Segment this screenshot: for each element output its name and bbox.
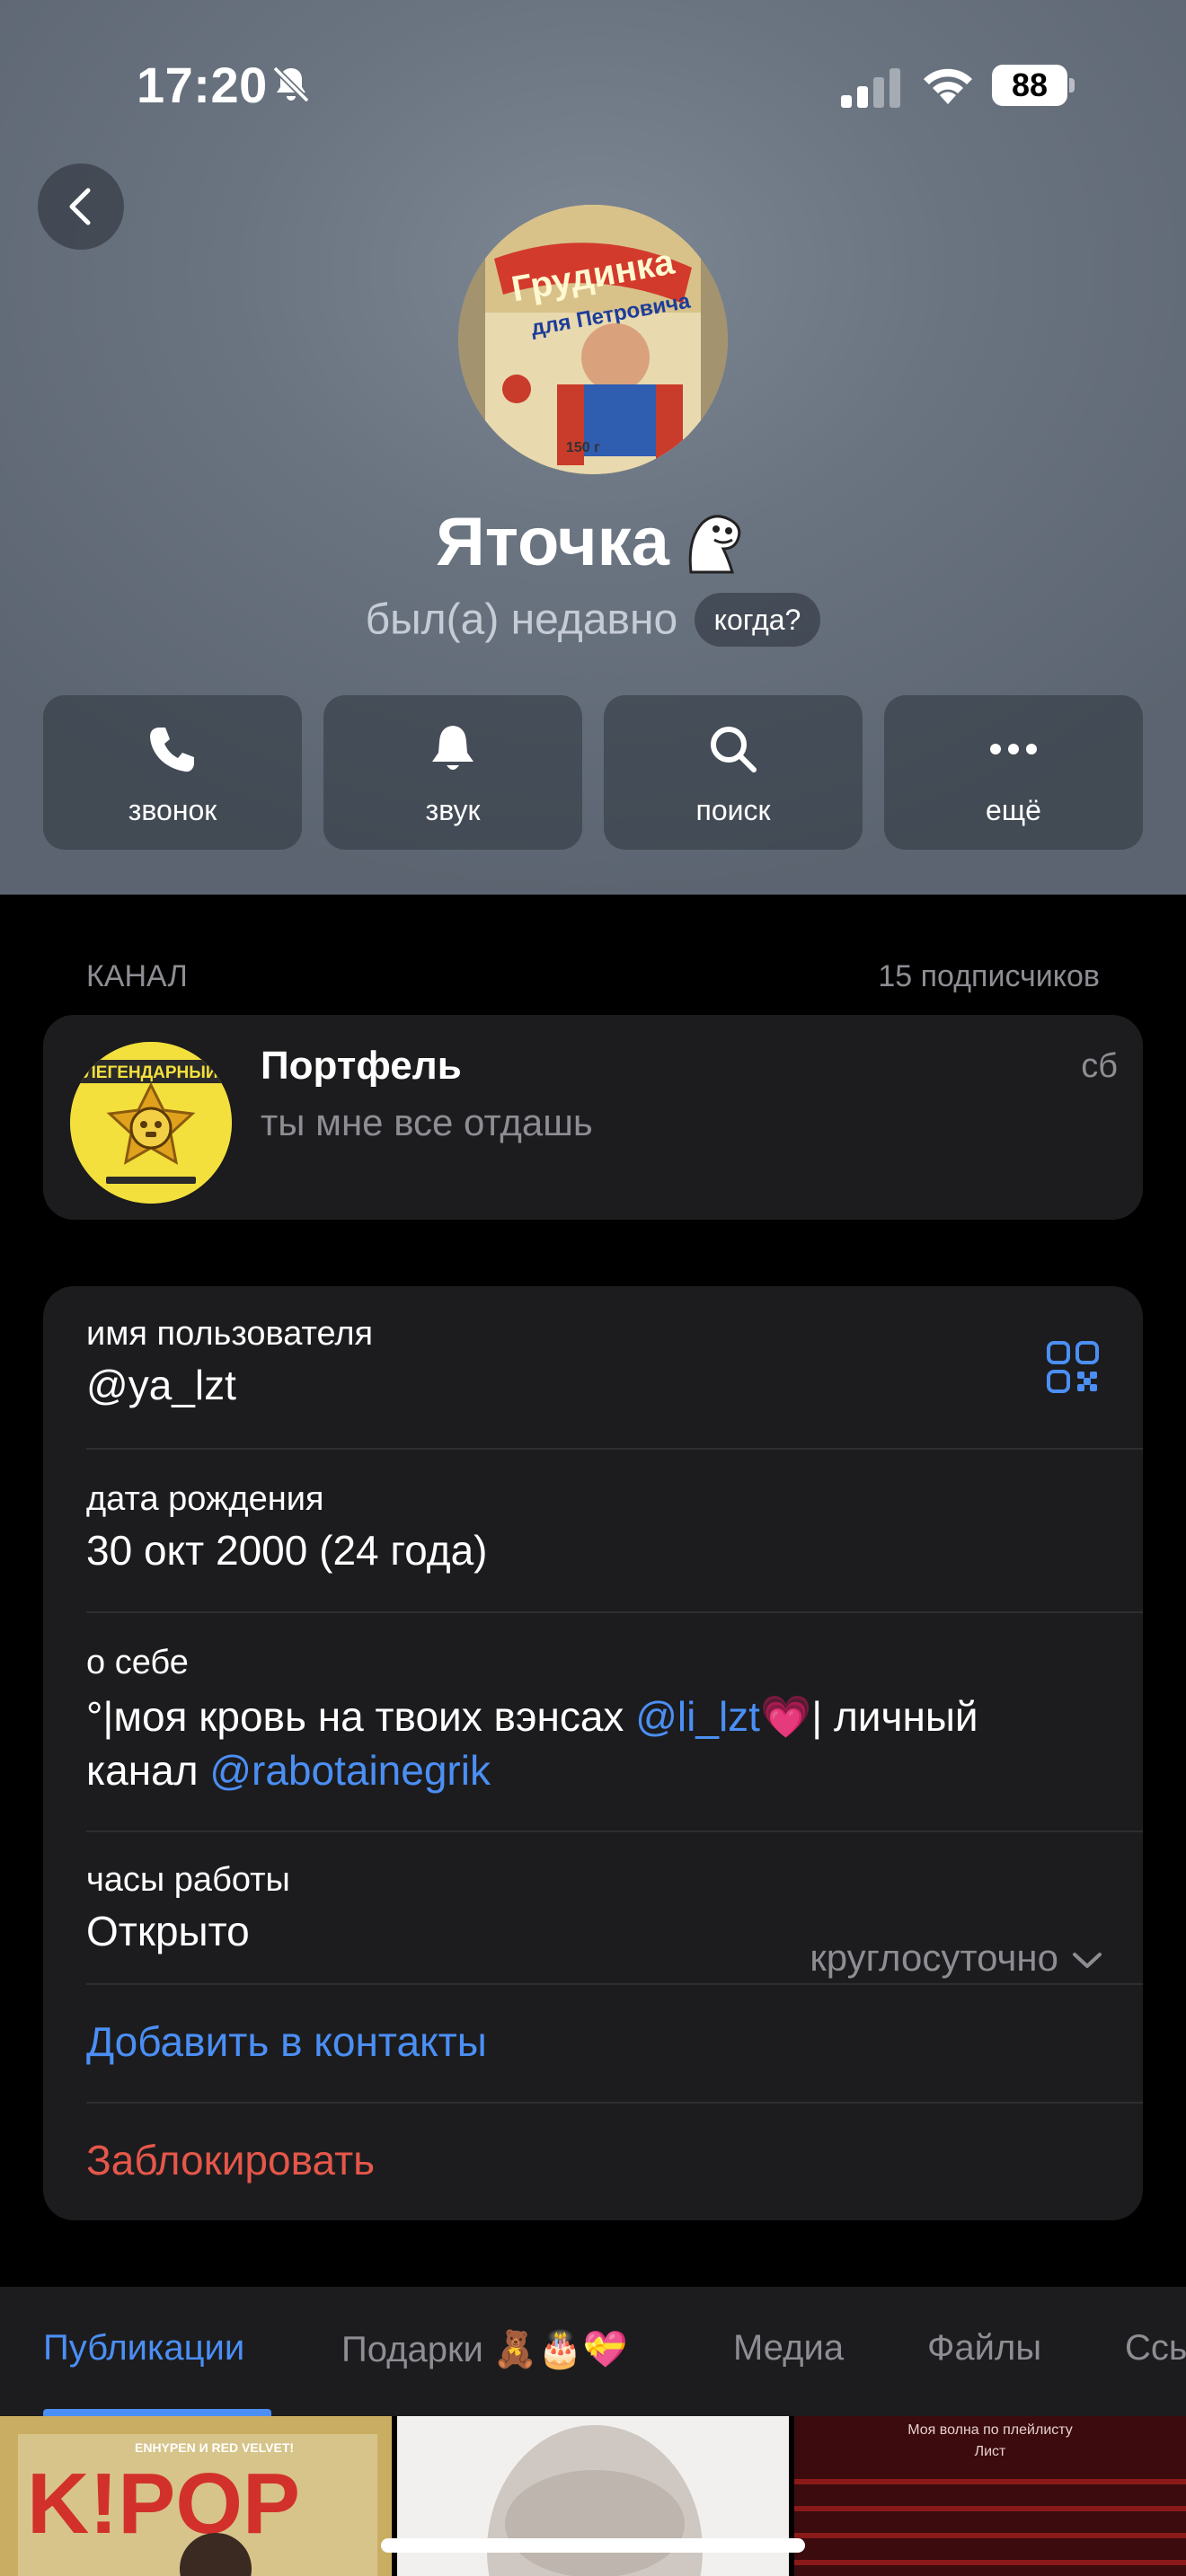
profile-avatar[interactable]: Грудинка для Петровича 150 г [458,205,728,474]
when-button[interactable]: когда? [694,593,821,647]
birthday-label: дата рождения [86,1480,324,1518]
bell-icon [432,726,474,770]
sound-button[interactable]: звук [323,695,582,850]
avatar-image: Грудинка для Петровича 150 г [458,205,728,474]
call-button[interactable]: звонок [43,695,302,850]
wifi-icon [924,68,972,104]
hours-dropdown[interactable]: круглосуточно [810,1936,1103,1980]
birthday-row: дата рождения 30 окт 2000 (24 года) [86,1480,1143,1575]
battery-level: 88 [992,65,1067,106]
status-bar: 17:20 88 [0,0,1186,171]
channel-section-title: КАНАЛ [86,959,188,993]
post-thumbnail[interactable]: K!POP ENHYPEN И RED VELVET! [0,2416,392,2576]
avatar-weight: 150 г [566,440,600,455]
about-label: о себе [86,1644,189,1681]
battery-icon: 88 [992,65,1075,106]
qr-code-icon[interactable] [1046,1340,1100,1394]
channel-last-message: ты мне все отдашь [261,1101,593,1143]
about-text-part2: | личный [811,1693,978,1740]
block-button[interactable]: Заблокировать [86,2136,1143,2184]
username-row[interactable]: имя пользователя @ya_lzt [86,1315,1143,1409]
divider [86,2102,1143,2104]
personal-channel-card[interactable]: ЛЕГЕНДАРНЫЙ Портфель ты мне все отдашь с… [43,1015,1143,1220]
last-seen-status: был(а) недавно [365,595,678,644]
search-label: поиск [695,794,771,826]
tab-media[interactable]: Медиа [733,2328,844,2369]
thumb1-subtitle: ENHYPEN И RED VELVET! [135,2440,294,2455]
channel-name: Портфель [261,1044,462,1088]
channel-mention-link[interactable]: @rabotainegrik [209,1747,491,1794]
username-label: имя пользователя [86,1315,374,1353]
clock: 17:20 [137,57,268,113]
business-hours-label: часы работы [86,1861,290,1899]
mention-link[interactable]: @li_lzt [635,1693,760,1740]
profile-name-row: Яточка [0,503,1186,581]
channel-date: сб [1081,1047,1118,1085]
profile-name: Яточка [436,504,669,580]
cellular-signal-icon [841,68,900,108]
channel-avatar-image: ЛЕГЕНДАРНЫЙ [70,1042,232,1204]
action-buttons: звонок звук поиск ещё [43,695,1143,850]
about-text: °|моя кровь на твоих вэнсах @li_lzt💗| ли… [86,1689,1102,1797]
active-tab-indicator [43,2409,271,2416]
chevron-down-icon [1073,1952,1102,1968]
heart-emoji: 💗 [759,1693,812,1740]
tab-files[interactable]: Файлы [927,2328,1041,2369]
about-row: о себе °|моя кровь на твоих вэнсах @li_l… [86,1644,1143,1797]
business-hours-row[interactable]: часы работы Открыто круглосуточно [86,1861,1143,1979]
profile-header: 17:20 88 Грудинка для Петровича 150 г Ят… [0,0,1186,895]
search-icon [711,727,757,772]
more-icon [990,744,1037,754]
tab-gifts[interactable]: Подарки 🧸🎂💝 [341,2328,627,2370]
home-indicator[interactable] [381,2538,805,2553]
post-thumbnail-image: Моя волна по плейлисту Лист [794,2416,1186,2576]
channel-avatar: ЛЕГЕНДАРНЫЙ [70,1042,232,1204]
thumb3-subtitle: Лист [975,2444,1006,2459]
dino-sticker-icon [688,515,741,574]
about-text-part1: °|моя кровь на твоих вэнсах [86,1693,636,1740]
tab-links[interactable]: Ссылки [1125,2328,1186,2369]
call-label: звонок [128,794,217,826]
tab-posts[interactable]: Публикации [43,2328,244,2369]
divider [86,1983,1143,1985]
add-contact-button[interactable]: Добавить в контакты [86,2017,1143,2066]
about-text-part3: канал [86,1747,210,1794]
thumb3-title: Моя волна по плейлисту [907,2422,1073,2438]
post-thumbnail[interactable]: Моя волна по плейлисту Лист [794,2416,1186,2576]
post-thumbnail-image: K!POP ENHYPEN И RED VELVET! [0,2416,392,2576]
divider [86,1831,1143,1832]
divider [86,1611,1143,1613]
bell-off-icon [272,66,310,103]
more-label: ещё [986,794,1041,826]
phone-icon [150,728,194,772]
username-value[interactable]: @ya_lzt [86,1361,1143,1409]
back-button[interactable] [38,163,124,250]
birthday-value: 30 окт 2000 (24 года) [86,1527,488,1574]
channel-section-header: КАНАЛ 15 подписчиков [86,959,1100,995]
more-button[interactable]: ещё [884,695,1143,850]
search-button[interactable]: поиск [604,695,863,850]
thumb1-title: K!POP [27,2456,300,2552]
presence-row: был(а) недавно когда? [0,593,1186,647]
chevron-left-icon [69,188,91,225]
user-info-card: имя пользователя @ya_lzt дата рождения 3… [43,1286,1143,2220]
sound-label: звук [425,794,481,826]
media-tabs: Публикации Подарки 🧸🎂💝 Медиа Файлы Ссылк… [0,2287,1186,2416]
subscriber-count: 15 подписчиков [878,959,1100,993]
divider [86,1448,1143,1450]
hours-value: круглосуточно [810,1936,1058,1979]
channel-avatar-text: ЛЕГЕНДАРНЫЙ [84,1063,217,1082]
